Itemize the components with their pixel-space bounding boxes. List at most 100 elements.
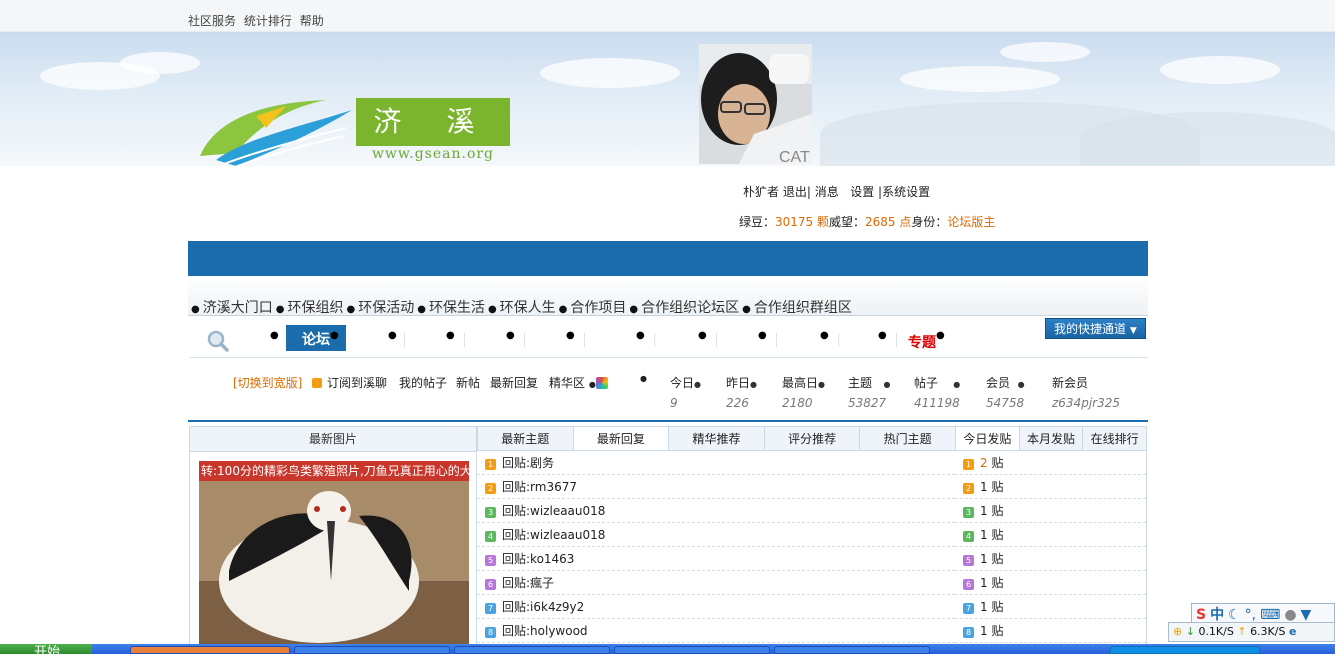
down-speed: 0.1K/S bbox=[1198, 625, 1234, 638]
nav-orgs[interactable]: 环保组织 bbox=[287, 300, 343, 316]
list-item[interactable]: 21 贴 bbox=[955, 475, 1146, 499]
list-item[interactable]: 7 回贴:i6k4z9y2 bbox=[477, 595, 955, 619]
list-item[interactable]: 81 贴 bbox=[955, 619, 1146, 643]
list-item[interactable]: 51 贴 bbox=[955, 547, 1146, 571]
user-avatar[interactable]: CAT bbox=[699, 44, 812, 164]
list-item[interactable]: 61 贴 bbox=[955, 571, 1146, 595]
tab-rated[interactable]: 评分推荐 bbox=[763, 426, 860, 450]
rank-3-icon: 3 bbox=[963, 507, 974, 518]
my-posts-link[interactable]: 我的帖子 bbox=[399, 374, 447, 391]
photo-caption[interactable]: 转:100分的精彩鸟类繁殖照片,刀鱼兄真正用心的大作 bbox=[199, 461, 469, 481]
punctuation-icon[interactable]: °, bbox=[1245, 607, 1256, 623]
rank-5-icon: 5 bbox=[485, 555, 496, 566]
down-arrow-icon: ↓ bbox=[1185, 625, 1195, 638]
list-item[interactable]: 2 回贴:rm3677 bbox=[477, 475, 955, 499]
community-service-link[interactable]: 社区服务 bbox=[188, 14, 236, 28]
stat-posts: 帖子 ● 411198 bbox=[914, 376, 961, 410]
top-bar: 社区服务 统计排行 帮助 bbox=[0, 0, 1335, 32]
taskbar-item[interactable] bbox=[614, 646, 770, 654]
special-topics-link[interactable]: 专题 bbox=[908, 332, 936, 352]
list-item[interactable]: 1 回贴:剧务 bbox=[477, 451, 955, 475]
rank-1-icon: 1 bbox=[963, 459, 974, 470]
username-link[interactable]: 朴犷者 bbox=[743, 185, 779, 199]
list-item[interactable]: 41 贴 bbox=[955, 523, 1146, 547]
ime-mode[interactable]: 中 bbox=[1210, 604, 1224, 624]
bullet-icon: ● bbox=[936, 330, 945, 341]
role-value[interactable]: 论坛版主 bbox=[947, 215, 995, 229]
user-icon[interactable]: ● bbox=[1284, 607, 1296, 623]
nav-activities[interactable]: 环保活动 bbox=[358, 300, 414, 316]
taskbar-item[interactable] bbox=[130, 646, 290, 654]
up-speed: 6.3K/S bbox=[1250, 625, 1286, 638]
stat-max-day: 最高日● 2180 bbox=[782, 376, 825, 410]
tab-hot[interactable]: 热门主题 bbox=[859, 426, 955, 450]
forum-toolbar: [切换到宽版] 订阅到溪聊 我的帖子 新帖 最新回复 精华区 ● ● 今日● 9… bbox=[188, 368, 1148, 412]
digest-link[interactable]: 精华区 ● bbox=[549, 374, 608, 391]
nav-partner-groups[interactable]: 合作组织群组区 bbox=[754, 300, 852, 316]
rank-5-icon: 5 bbox=[963, 555, 974, 566]
mid-tabs: 最新主题 最新回复 精华推荐 评分推荐 热门主题 bbox=[477, 426, 955, 451]
quick-access-button[interactable]: 我的快捷通道 ▼ bbox=[1045, 318, 1146, 339]
help-link[interactable]: 帮助 bbox=[300, 14, 324, 28]
tab-online-ranking[interactable]: 在线排行 bbox=[1082, 426, 1147, 450]
start-button[interactable]: 开始 bbox=[0, 644, 92, 654]
logout-link[interactable]: 退出| bbox=[783, 185, 811, 199]
list-item[interactable]: 6 回贴:瘋子 bbox=[477, 571, 955, 595]
list-item[interactable]: 12 贴 bbox=[955, 451, 1146, 475]
nav-gate[interactable]: 济溪大门口 bbox=[203, 300, 273, 316]
caret-down-icon: ▼ bbox=[1129, 326, 1137, 336]
logo-title[interactable]: 济 溪 bbox=[356, 98, 510, 146]
system-settings-link[interactable]: |系统设置 bbox=[878, 185, 930, 199]
featured-photo[interactable]: 转:100分的精彩鸟类繁殖照片,刀鱼兄真正用心的大作 bbox=[199, 461, 469, 654]
prestige-label: 威望： bbox=[829, 215, 866, 229]
list-item[interactable]: 31 贴 bbox=[955, 499, 1146, 523]
keyboard-icon[interactable]: ⌨ bbox=[1260, 607, 1280, 623]
post-ranking-panel: 今日发贴 本月发贴 在线排行 12 贴 21 贴 31 贴 41 贴 51 贴 … bbox=[955, 426, 1147, 654]
bullet-icon: ● bbox=[566, 330, 575, 341]
logo-leaf-icon[interactable] bbox=[196, 98, 354, 170]
taskbar-item[interactable] bbox=[774, 646, 930, 654]
search-icon[interactable] bbox=[207, 330, 229, 352]
new-posts-link[interactable]: 新帖 bbox=[456, 374, 480, 391]
rank-2-icon: 2 bbox=[963, 483, 974, 494]
switch-wide-link[interactable]: [切换到宽版] bbox=[233, 374, 302, 391]
ie-icon: e bbox=[1288, 625, 1297, 638]
sub-nav: ● 论坛 ● ● ● ● ● ● ● ● ● ● 专题 ● bbox=[190, 318, 1148, 358]
logo-url: www.gsean.org bbox=[371, 146, 495, 162]
rss-icon bbox=[312, 378, 322, 388]
tab-digest[interactable]: 精华推荐 bbox=[668, 426, 764, 450]
list-item[interactable]: 4 回贴:wizleaau018 bbox=[477, 523, 955, 547]
taskbar-item[interactable] bbox=[294, 646, 450, 654]
list-item[interactable]: 8 回贴:holywood bbox=[477, 619, 955, 643]
nav-career[interactable]: 环保人生 bbox=[500, 300, 556, 316]
tab-month-posts[interactable]: 本月发贴 bbox=[1018, 426, 1083, 450]
list-item[interactable]: 5 回贴:ko1463 bbox=[477, 547, 955, 571]
subscribe-link[interactable]: 订阅到溪聊 bbox=[312, 374, 387, 391]
nav-partner-forum[interactable]: 合作组织论坛区 bbox=[641, 300, 739, 316]
bullet-icon: ● bbox=[446, 330, 455, 341]
list-item[interactable]: 3 回贴:wizleaau018 bbox=[477, 499, 955, 523]
bullet-icon: ● bbox=[191, 304, 200, 315]
stat-topics: 主题 ● 53827 bbox=[848, 376, 891, 410]
svg-text:CAT: CAT bbox=[779, 149, 810, 164]
messages-link[interactable]: 消息 bbox=[815, 185, 839, 199]
tab-latest-replies[interactable]: 最新回复 bbox=[572, 426, 669, 450]
tab-latest-topics[interactable]: 最新主题 bbox=[477, 426, 573, 450]
settings-link[interactable]: 设置 bbox=[850, 185, 874, 199]
stat-members: 会员 ● 54758 bbox=[986, 376, 1025, 410]
skin-icon[interactable]: ▼ bbox=[1301, 607, 1312, 623]
bullet-icon: ● bbox=[270, 330, 279, 341]
taskbar-item[interactable] bbox=[454, 646, 610, 654]
moon-icon[interactable]: ☾ bbox=[1228, 607, 1241, 623]
list-item[interactable]: 71 贴 bbox=[955, 595, 1146, 619]
new-member-link[interactable]: z634pjr325 bbox=[1052, 396, 1120, 410]
nav-projects[interactable]: 合作项目 bbox=[570, 300, 626, 316]
stats-ranking-link[interactable]: 统计排行 bbox=[244, 14, 292, 28]
nav-life[interactable]: 环保生活 bbox=[429, 300, 485, 316]
up-arrow-icon: ↑ bbox=[1237, 625, 1247, 638]
beans-value: 30175 颗 bbox=[775, 215, 830, 229]
latest-reply-link[interactable]: 最新回复 bbox=[490, 374, 538, 391]
tab-today-posts[interactable]: 今日发贴 bbox=[955, 426, 1019, 450]
network-speed-widget[interactable]: ⊕ ↓ 0.1K/S ↑ 6.3K/S e bbox=[1168, 622, 1335, 642]
blue-banner bbox=[188, 241, 1148, 276]
